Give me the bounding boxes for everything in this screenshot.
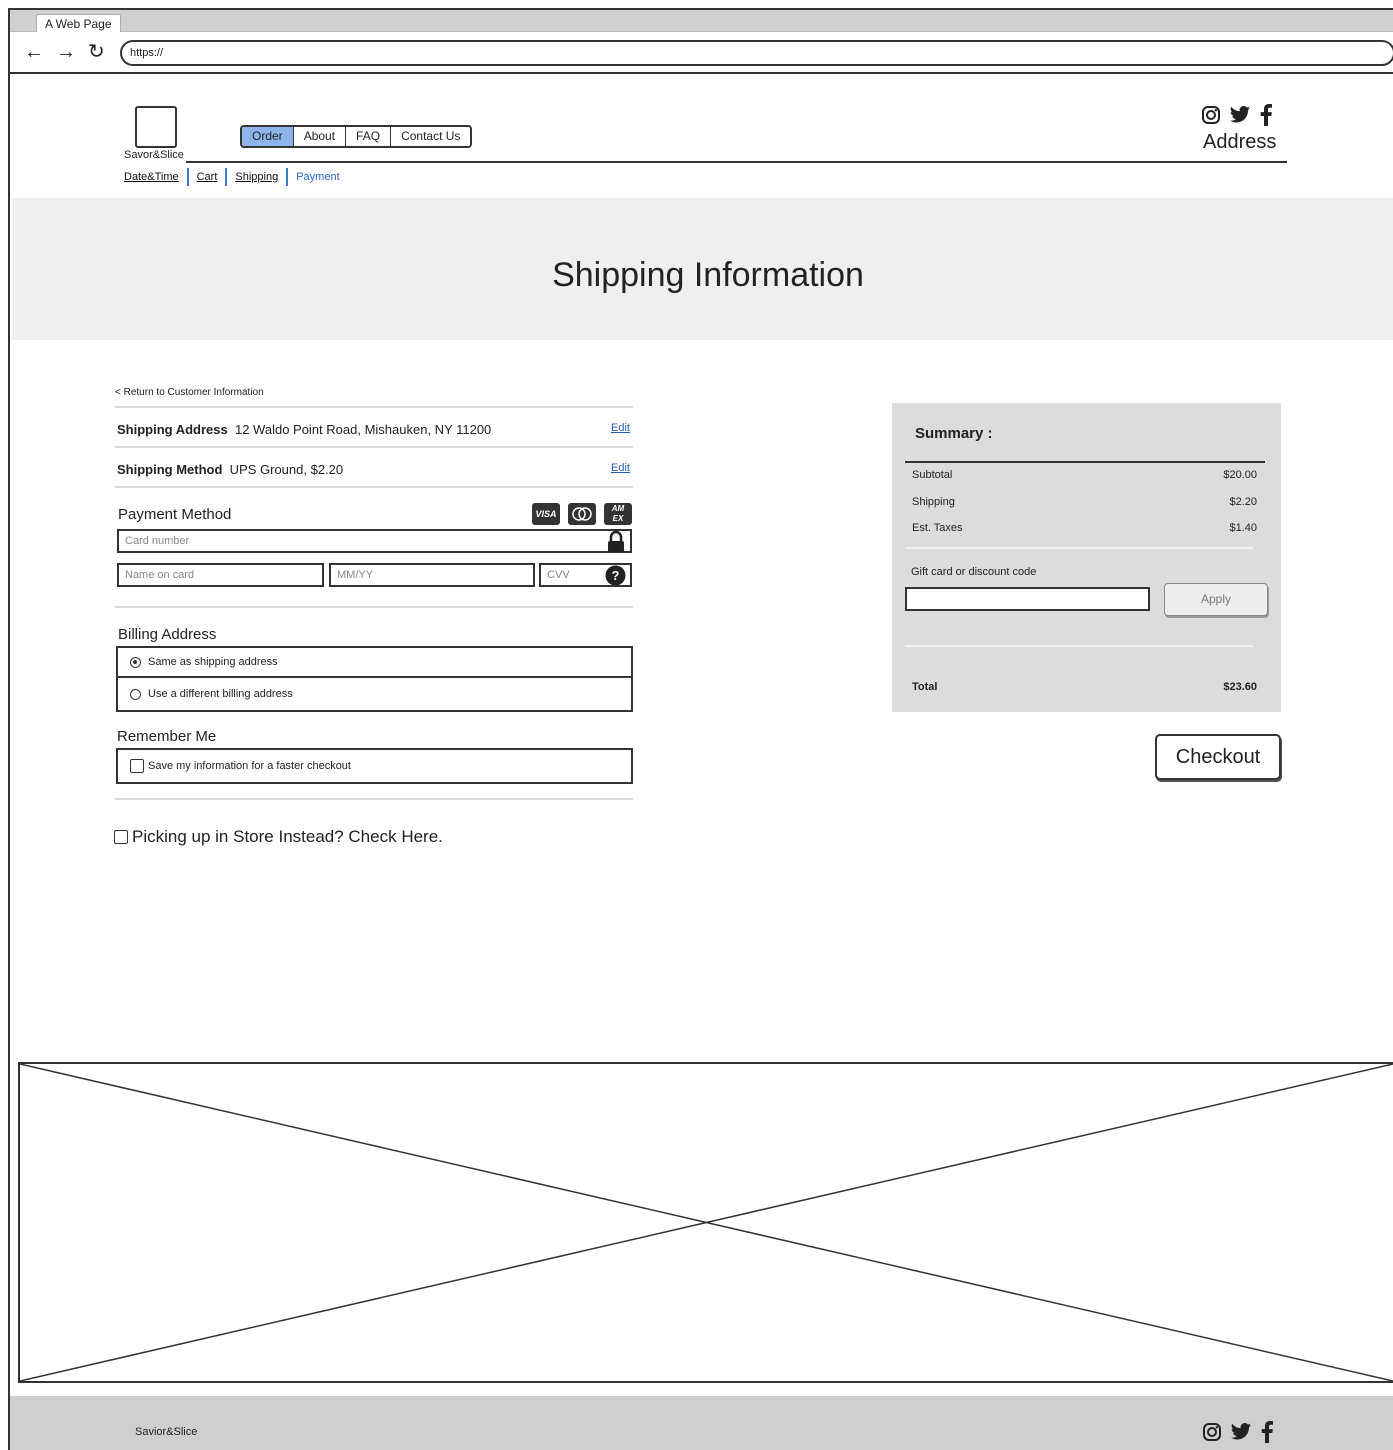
pickup-checkbox[interactable] [114,830,128,844]
summary-total-row: Total $23.60 [912,681,1257,693]
visa-icon: VISA [532,503,560,525]
divider [115,406,633,408]
nav-item-about[interactable]: About [293,127,347,146]
apply-button[interactable]: Apply [1164,583,1268,616]
help-icon[interactable]: ? [605,565,626,586]
return-to-customer-info-link[interactable]: < Return to Customer Information [115,387,264,398]
image-placeholder [18,1062,1393,1383]
radio-unselected[interactable] [130,689,141,700]
order-summary: Summary : Subtotal $20.00 Shipping $2.20… [892,403,1281,712]
mastercard-icon [568,503,596,525]
summary-row-label: Est. Taxes [912,522,963,534]
header-divider [186,161,1287,163]
instagram-icon[interactable] [1201,105,1221,125]
breadcrumb-cart[interactable]: Cart [189,171,226,183]
breadcrumb-shipping[interactable]: Shipping [227,171,286,183]
header-address[interactable]: Address [1203,131,1276,154]
breadcrumb-payment[interactable]: Payment [288,171,347,183]
divider [115,486,633,488]
summary-row-value: $1.40 [1229,522,1257,534]
billing-option-label: Use a different billing address [148,688,293,700]
summary-row-subtotal: Subtotal $20.00 [912,469,1257,481]
shipping-address-value: 12 Waldo Point Road, Mishauken, NY 11200 [234,422,492,437]
summary-divider [905,645,1253,647]
facebook-icon[interactable] [1259,104,1273,126]
tab-bar: A Web Page [10,10,1393,34]
footer-brand: Savior&Slice [135,1426,198,1438]
remember-me-row[interactable]: Save my information for a faster checkou… [116,748,633,784]
twitter-icon[interactable] [1230,1422,1252,1442]
nav-item-faq[interactable]: FAQ [346,127,392,146]
nav-item-contact[interactable]: Contact Us [391,127,471,146]
summary-total-value: $23.60 [1223,681,1257,693]
gift-card-label: Gift card or discount code [911,566,1037,578]
payment-method-title: Payment Method [118,506,232,523]
header-social-icons [1201,104,1273,126]
shipping-method-label: Shipping Method [117,462,223,477]
divider [115,446,633,448]
footer-social-icons [1202,1421,1274,1443]
summary-title: Summary : [915,425,993,442]
billing-option-label: Same as shipping address [148,656,278,668]
shipping-method-value: UPS Ground, $2.20 [229,462,344,477]
pickup-row[interactable]: Picking up in Store Instead? Check Here. [114,827,443,847]
lock-icon [608,531,624,552]
remember-me-checkbox[interactable] [130,759,144,773]
forward-arrow-icon[interactable]: → [56,40,76,64]
divider [115,798,633,800]
main-nav: Order About FAQ Contact Us [240,125,473,148]
summary-row-label: Subtotal [912,469,953,481]
accepted-cards: VISA AM EX [532,503,632,525]
name-on-card-input[interactable]: Name on card [117,563,324,587]
url-bar[interactable]: https:// [120,40,1393,66]
pickup-label: Picking up in Store Instead? Check Here. [132,827,443,846]
svg-text:?: ? [612,568,620,583]
summary-row-value: $2.20 [1229,496,1257,508]
nav-item-order[interactable]: Order [242,127,294,146]
edit-shipping-address-link[interactable]: Edit [611,422,630,434]
summary-total-label: Total [912,681,938,693]
logo-placeholder[interactable] [135,106,177,148]
billing-option-different[interactable]: Use a different billing address [116,676,633,712]
page-title: Shipping Information [552,256,864,294]
shipping-method-row: Shipping Method UPS Ground, $2.20 [117,462,343,477]
billing-address-title: Billing Address [118,626,217,643]
breadcrumb-datetime[interactable]: Date&Time [124,171,187,183]
browser-toolbar: ← → ↻ https:// [10,32,1393,74]
edit-shipping-method-link[interactable]: Edit [611,462,630,474]
amex-icon: AM EX [604,503,632,525]
browser-tab[interactable]: A Web Page [36,14,121,34]
shipping-address-label: Shipping Address [117,422,228,437]
image-placeholder-cross [20,1064,1393,1381]
remember-me-title: Remember Me [117,728,217,745]
summary-row-taxes: Est. Taxes $1.40 [912,522,1257,534]
shipping-address-row: Shipping Address 12 Waldo Point Road, Mi… [117,422,491,437]
summary-row-label: Shipping [912,496,955,508]
brand-name: Savor&Slice [124,149,184,161]
reload-icon[interactable]: ↻ [88,40,105,64]
checkout-breadcrumb: Date&Time Cart Shipping Payment [124,168,348,186]
summary-row-value: $20.00 [1223,469,1257,481]
card-number-input[interactable]: Card number [117,529,632,553]
billing-option-same[interactable]: Same as shipping address [116,646,633,678]
back-arrow-icon[interactable]: ← [24,40,44,64]
footer [10,1396,1393,1450]
remember-me-label: Save my information for a faster checkou… [148,760,351,772]
billing-options: Same as shipping address Use a different… [116,646,633,712]
summary-row-shipping: Shipping $2.20 [912,496,1257,508]
summary-divider [905,461,1265,463]
gift-card-input[interactable] [905,587,1150,611]
summary-divider [905,547,1253,549]
radio-selected[interactable] [130,657,141,668]
expiry-input[interactable]: MM/YY [329,563,535,587]
checkout-button[interactable]: Checkout [1155,734,1281,780]
facebook-icon[interactable] [1260,1421,1274,1443]
instagram-icon[interactable] [1202,1422,1222,1442]
divider [115,606,633,608]
twitter-icon[interactable] [1229,105,1251,125]
